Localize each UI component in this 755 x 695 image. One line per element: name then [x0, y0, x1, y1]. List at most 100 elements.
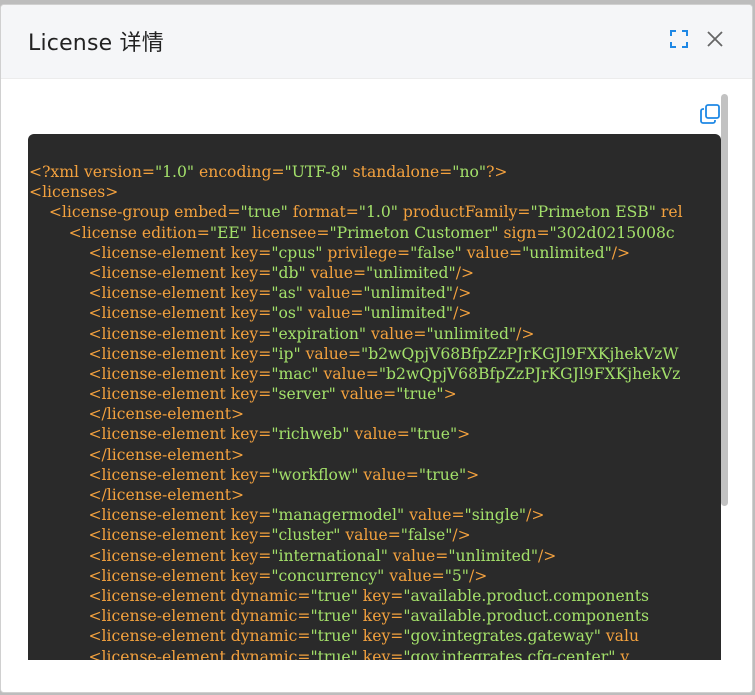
xml-tag-token: valu — [600, 627, 639, 646]
xml-tag-token: value= — [335, 385, 397, 404]
xml-tag-token: </license-element> — [29, 405, 245, 424]
xml-string-token: "true" — [396, 385, 444, 404]
code-line: <license-element key="cpus" privilege="f… — [29, 243, 721, 263]
xml-tag-token: <licenses> — [29, 183, 119, 202]
xml-tag-token: <?xml version= — [29, 163, 155, 181]
xml-tag-token: > — [443, 385, 457, 404]
code-line: <license-element key="richweb" value="tr… — [29, 424, 721, 444]
xml-tag-token: </license-element> — [29, 486, 245, 504]
xml-string-token: "server" — [271, 385, 336, 404]
xml-tag-token: value= — [303, 304, 364, 323]
xml-tag-token: /> — [526, 506, 545, 525]
xml-string-token: "false" — [410, 243, 462, 262]
xml-tag-token: productFamily= — [397, 203, 531, 222]
xml-tag-token: licensee= — [246, 223, 330, 242]
xml-string-token: "workflow" — [271, 465, 359, 484]
xml-tag-token: <license-element key= — [29, 385, 272, 404]
xml-string-token: "unlimited" — [366, 263, 456, 282]
vertical-scrollbar[interactable] — [721, 94, 728, 506]
xml-string-token: "1.0" — [154, 163, 195, 181]
copy-icon[interactable] — [699, 103, 721, 125]
xml-string-token: "as" — [271, 284, 303, 303]
xml-tag-token: privilege= — [322, 243, 411, 262]
xml-tag-token: value= — [404, 506, 465, 525]
xml-tag-token: <license-element key= — [29, 465, 272, 484]
xml-tag-token: <license-element key= — [29, 324, 272, 343]
xml-string-token: "true" — [310, 627, 358, 646]
xml-tag-token: value= — [366, 324, 427, 343]
dialog-header: License 详情 — [1, 5, 752, 79]
xml-tag-token: value= — [387, 546, 449, 565]
xml-string-token: "Primeton Customer" — [329, 223, 499, 242]
xml-string-token: "b2wQpjV68BfpZzPJrKGJl9FXKjhekVzW — [361, 344, 679, 363]
xml-tag-token: value= — [349, 425, 410, 444]
code-line: <license edition="EE" licensee="Primeton… — [29, 223, 721, 243]
xml-string-token: "available.product.components — [403, 586, 649, 605]
xml-string-token: "international" — [271, 546, 388, 565]
code-line: <license-element key="cluster" value="fa… — [29, 525, 721, 545]
xml-tag-token: rel — [655, 203, 683, 222]
code-line: <license-element key="as" value="unlimit… — [29, 283, 721, 303]
xml-tag-token: key= — [357, 607, 404, 626]
code-line: <license-element key="db" value="unlimit… — [29, 263, 721, 283]
xml-string-token: "302d0215008c — [549, 223, 675, 242]
close-icon[interactable] — [705, 29, 725, 49]
xml-tag-token: <license-element key= — [29, 263, 272, 282]
xml-string-token: "single" — [464, 506, 527, 525]
xml-string-token: "gov.integrates.gateway" — [403, 627, 601, 646]
xml-tag-token: <license-element key= — [29, 506, 272, 525]
code-line: <license-element dynamic="true" key="ava… — [29, 586, 721, 606]
xml-tag-token: /> — [538, 546, 557, 565]
code-line: <license-element key="mac" value="b2wQpj… — [29, 364, 721, 384]
xml-string-token: "Primeton ESB" — [530, 203, 656, 222]
xml-tag-token: standalone= — [347, 163, 453, 181]
xml-tag-token: /> — [452, 526, 471, 545]
xml-tag-token: value= — [340, 526, 401, 545]
xml-string-token: "false" — [400, 526, 453, 545]
code-content: <?xml version="1.0" encoding="UTF-8" sta… — [28, 134, 721, 660]
xml-tag-token: <license-element key= — [29, 425, 272, 444]
xml-tag-token: <license-element key= — [29, 304, 272, 323]
xml-string-token: "b2wQpjV68BfpZzPJrKGJl9FXKjhekVz — [378, 364, 681, 383]
code-line: <license-element key="expiration" value=… — [29, 324, 721, 344]
xml-tag-token: /> — [469, 566, 488, 585]
xml-tag-token: <license-group embed= — [29, 203, 241, 222]
xml-string-token: "true" — [409, 425, 458, 444]
xml-tag-token: <license-element key= — [29, 546, 272, 565]
xml-string-token: "concurrency" — [271, 566, 385, 585]
xml-tag-token: <license-element key= — [29, 526, 272, 545]
xml-tag-token: <license edition= — [29, 223, 210, 242]
xml-string-token: "available.product.components — [403, 607, 649, 626]
xml-string-token: "true" — [310, 586, 358, 605]
code-line: <license-group embed="true" format="1.0"… — [29, 202, 721, 222]
xml-string-token: "mac" — [271, 364, 319, 383]
xml-string-token: "unlimited" — [448, 546, 539, 565]
xml-string-token: "no" — [452, 163, 487, 181]
xml-tag-token: encoding= — [194, 163, 285, 181]
code-line: <license-element key="workflow" value="t… — [29, 465, 721, 485]
xml-tag-token: <license-element dynamic= — [29, 586, 311, 605]
code-line: <license-element key="international" val… — [29, 546, 721, 566]
xml-tag-token: <license-element key= — [29, 364, 272, 383]
dialog-body: <?xml version="1.0" encoding="UTF-8" sta… — [1, 79, 752, 692]
xml-string-token: "5" — [444, 566, 469, 585]
xml-tag-token: ?> — [486, 163, 508, 181]
xml-string-token: "db" — [271, 263, 306, 282]
dialog-title: License 详情 — [28, 31, 164, 56]
xml-tag-token: key= — [357, 586, 404, 605]
code-line: <license-element dynamic="true" key="ava… — [29, 606, 721, 626]
xml-tag-token: <license-element dynamic= — [29, 647, 311, 661]
xml-tag-token: <license-element key= — [29, 566, 272, 585]
xml-tag-token: format= — [287, 203, 359, 222]
xml-string-token: "true" — [310, 647, 358, 661]
xml-string-token: "ip" — [271, 344, 301, 363]
xml-string-token: "EE" — [209, 223, 247, 242]
maximize-icon[interactable] — [669, 29, 689, 49]
xml-string-token: "unlimited" — [363, 284, 454, 303]
code-line: <?xml version="1.0" encoding="UTF-8" sta… — [29, 162, 721, 182]
xml-tag-token: /> — [453, 284, 472, 303]
xml-tag-token: /> — [516, 324, 535, 343]
xml-string-token: "os" — [271, 304, 304, 323]
xml-string-token: "unlimited" — [426, 324, 517, 343]
xml-tag-token: /> — [455, 263, 475, 282]
